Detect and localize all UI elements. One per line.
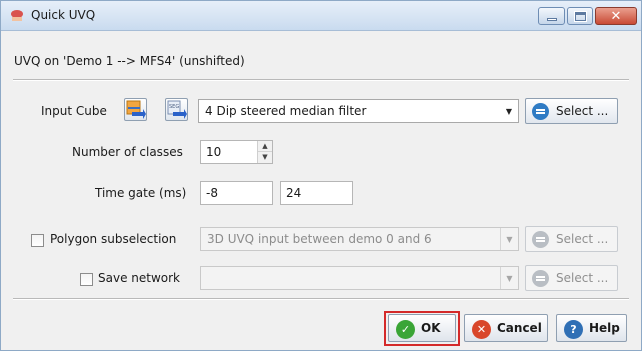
select-button-label: Select ... <box>556 232 609 246</box>
close-icon: ✕ <box>610 8 622 24</box>
network-select: ▼ <box>200 266 519 290</box>
polygon-subselection-label: Polygon subselection <box>50 232 177 246</box>
polygon-select: 3D UVQ input between demo 0 and 6 ▼ <box>200 227 519 251</box>
network-select-button: Select ... <box>525 265 618 291</box>
check-icon: ✓ <box>396 320 415 339</box>
list-select-icon <box>532 103 549 120</box>
time-gate-stop-value: 24 <box>286 186 302 200</box>
time-gate-start-input[interactable]: -8 <box>200 181 273 205</box>
help-label: Help <box>589 321 620 335</box>
input-cube-label: Input Cube <box>41 104 107 118</box>
input-cube-type-button[interactable] <box>124 98 147 121</box>
cancel-icon: ✕ <box>472 320 491 339</box>
segy-import-icon: SEG <box>167 100 187 119</box>
save-network-checkbox[interactable] <box>80 273 93 286</box>
number-of-classes-spinbox[interactable]: 10 ▲ ▼ <box>200 140 273 164</box>
list-select-icon <box>532 270 549 287</box>
bottom-separator <box>13 298 629 300</box>
input-cube-select[interactable]: 4 Dip steered median filter ▼ <box>198 99 519 123</box>
top-separator <box>13 79 629 81</box>
polygon-select-button: Select ... <box>525 226 618 252</box>
input-cube-value: 4 Dip steered median filter <box>205 104 367 118</box>
spin-buttons[interactable]: ▲ ▼ <box>257 141 272 163</box>
polygon-value: 3D UVQ input between demo 0 and 6 <box>207 232 432 246</box>
save-network-label: Save network <box>98 271 181 285</box>
time-gate-stop-input[interactable]: 24 <box>280 181 353 205</box>
window-title: Quick UVQ <box>31 8 96 22</box>
ok-button[interactable]: ✓ OK <box>388 314 456 342</box>
cancel-label: Cancel <box>497 321 542 335</box>
help-icon: ? <box>564 320 583 339</box>
maximize-button[interactable] <box>567 7 593 25</box>
close-button[interactable]: ✕ <box>595 7 637 25</box>
minimize-icon <box>547 18 557 21</box>
chevron-down-icon: ▼ <box>500 228 518 250</box>
quick-uvq-dialog: Quick UVQ ✕ UVQ on 'Demo 1 --> MFS4' (un… <box>0 0 642 351</box>
input-cube-select-button[interactable]: Select ... <box>525 98 618 124</box>
help-button[interactable]: ? Help <box>556 314 627 342</box>
dialog-body: UVQ on 'Demo 1 --> MFS4' (unshifted) Inp… <box>1 32 641 350</box>
list-select-icon <box>532 231 549 248</box>
select-button-label: Select ... <box>556 271 609 285</box>
input-cube-segy-button[interactable]: SEG <box>165 98 188 121</box>
svg-text:SEG: SEG <box>169 104 179 110</box>
cancel-button[interactable]: ✕ Cancel <box>464 314 548 342</box>
number-of-classes-value: 10 <box>206 145 222 159</box>
time-gate-label: Time gate (ms) <box>95 186 187 200</box>
chevron-down-icon: ▼ <box>500 267 518 289</box>
minimize-button[interactable] <box>538 7 565 25</box>
chevron-down-icon: ▼ <box>505 106 513 116</box>
title-bar[interactable]: Quick UVQ ✕ <box>1 1 641 31</box>
time-gate-start-value: -8 <box>206 186 218 200</box>
app-icon <box>11 10 23 21</box>
select-button-label: Select ... <box>556 104 609 118</box>
spin-up-icon[interactable]: ▲ <box>258 141 272 152</box>
cube-seismic-icon <box>126 100 146 119</box>
number-of-classes-label: Number of classes <box>72 145 183 159</box>
polygon-subselection-checkbox[interactable] <box>31 234 44 247</box>
dialog-subtitle: UVQ on 'Demo 1 --> MFS4' (unshifted) <box>14 54 245 68</box>
spin-down-icon[interactable]: ▼ <box>258 152 272 163</box>
maximize-icon <box>574 11 587 22</box>
ok-label: OK <box>421 321 441 335</box>
